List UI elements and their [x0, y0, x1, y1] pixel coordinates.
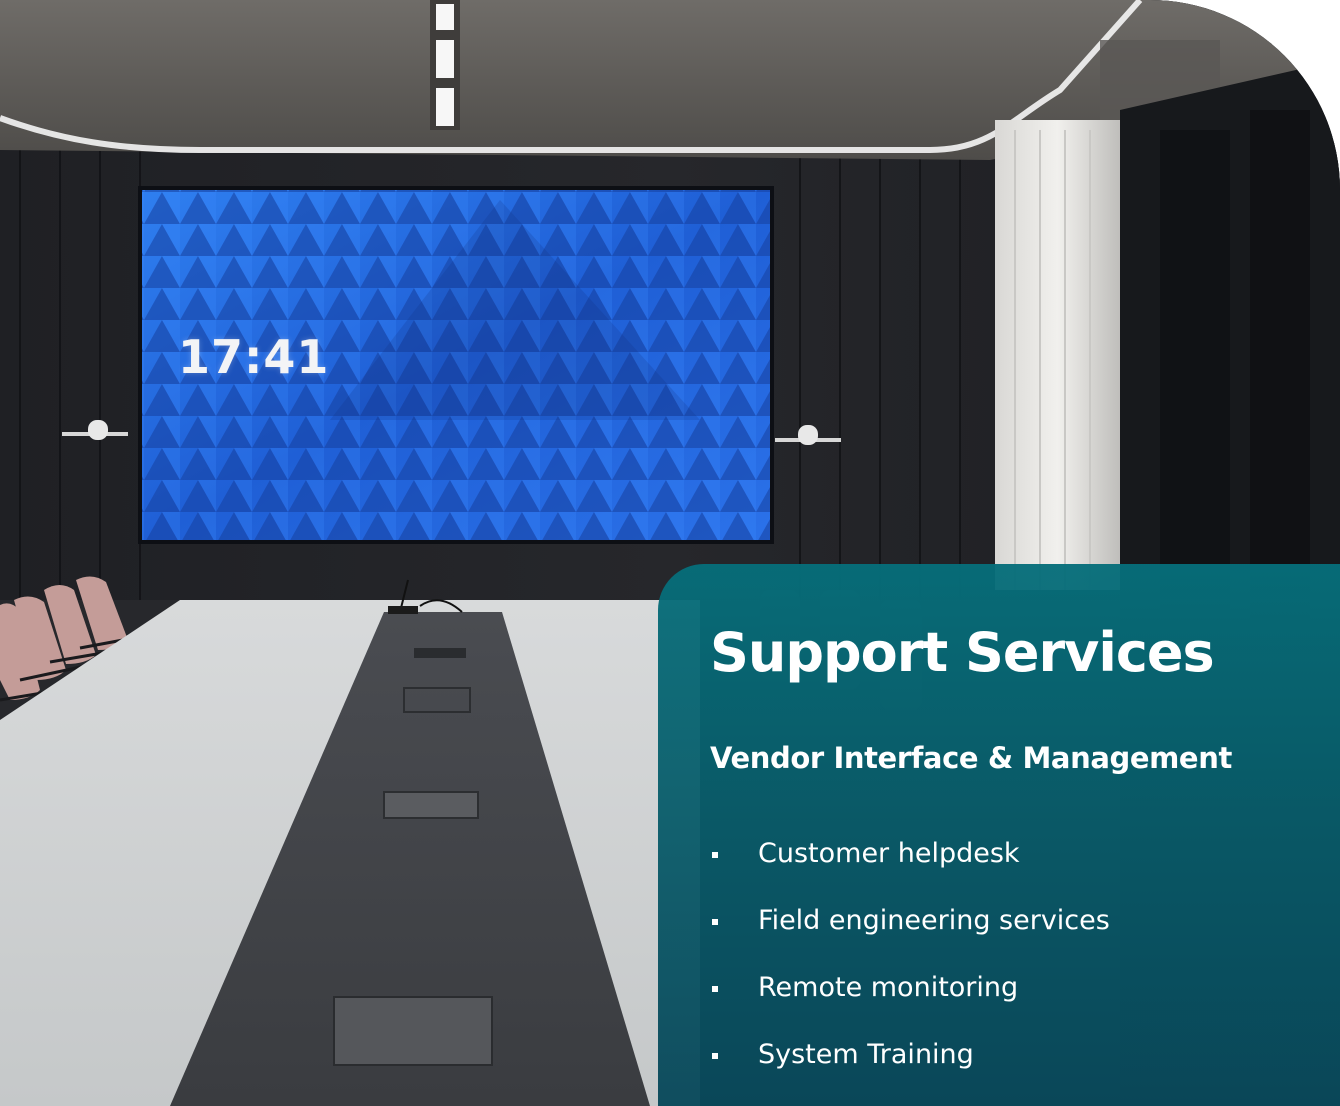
list-item: Field engineering services	[710, 901, 1110, 968]
list-item-label: Customer helpdesk	[758, 838, 1020, 869]
list-item: Customer helpdesk	[710, 834, 1110, 901]
square-bullet-icon	[712, 986, 718, 992]
list-item-label: Remote monitoring	[758, 972, 1019, 1003]
square-bullet-icon	[712, 1053, 718, 1059]
list-item: Remote monitoring	[710, 968, 1110, 1035]
slide: 17:41 Support Services Vendor Interface …	[0, 0, 1340, 1106]
support-services-panel: Support Services Vendor Interface & Mana…	[658, 564, 1340, 1106]
square-bullet-icon	[712, 852, 718, 858]
list-item: System Training	[710, 1035, 1110, 1102]
panel-subtitle: Vendor Interface & Management	[710, 741, 1232, 775]
square-bullet-icon	[712, 919, 718, 925]
list-item-label: System Training	[758, 1039, 974, 1070]
list-item-label: Field engineering services	[758, 905, 1110, 936]
service-list: Customer helpdesk Field engineering serv…	[710, 834, 1110, 1102]
panel-title: Support Services	[710, 621, 1215, 684]
screen-clock: 17:41	[178, 330, 330, 384]
